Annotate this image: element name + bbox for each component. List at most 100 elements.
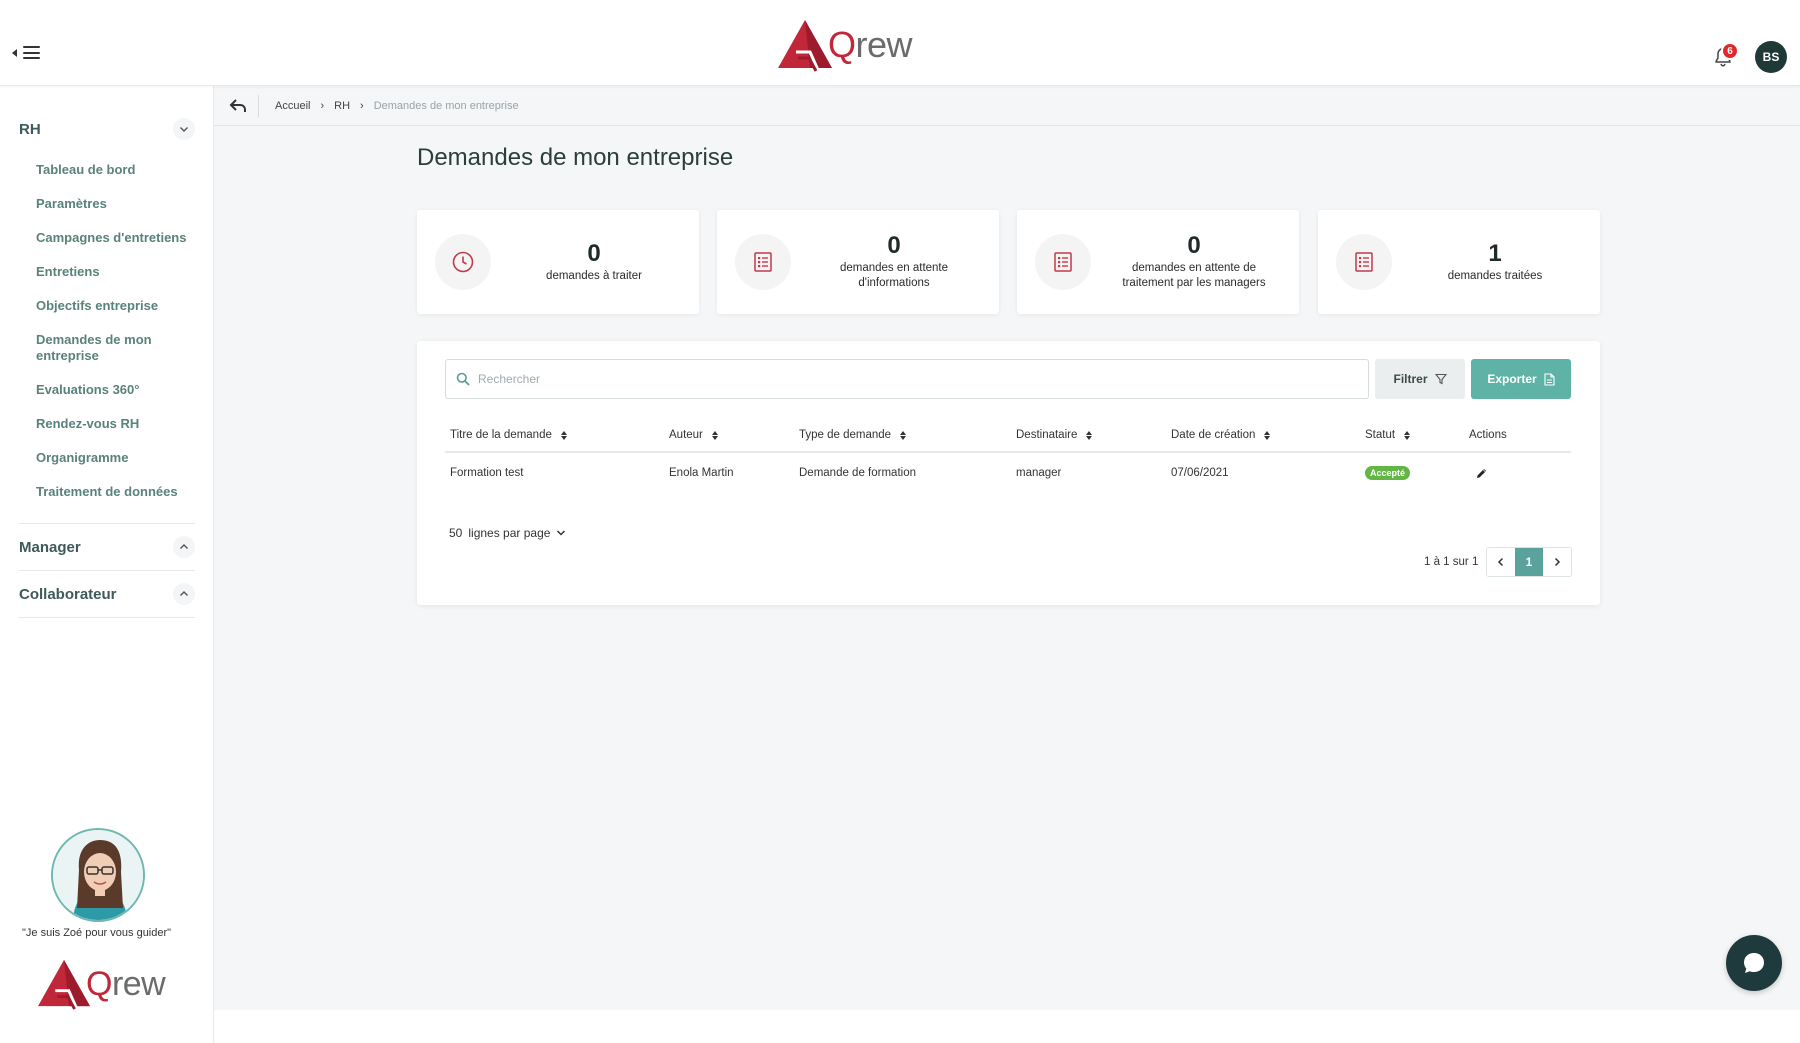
cell-title: Formation test xyxy=(450,467,524,479)
sidebar-item-traitement[interactable]: Traitement de données xyxy=(36,484,196,500)
chat-button[interactable] xyxy=(1726,935,1782,991)
chevron-up-icon xyxy=(173,583,195,605)
sidebar-section-title: RH xyxy=(19,120,41,138)
export-button-label: Exporter xyxy=(1487,372,1537,386)
sidebar-item-parametres[interactable]: Paramètres xyxy=(36,196,196,212)
rows-per-page-value: 50 xyxy=(449,526,463,540)
breadcrumb-bar: Accueil › RH › Demandes de mon entrepris… xyxy=(214,86,1800,126)
sidebar-item-tableau-de-bord[interactable]: Tableau de bord xyxy=(36,162,196,178)
brand-triangle-icon xyxy=(38,959,90,1010)
filter-button-label: Filtrer xyxy=(1393,372,1428,386)
rows-per-page-label: lignes par page xyxy=(468,526,551,540)
column-header-auteur[interactable]: Auteur xyxy=(669,417,718,453)
menu-toggle-button[interactable] xyxy=(12,46,40,59)
breadcrumb-item-accueil[interactable]: Accueil xyxy=(275,100,310,112)
cell-date: 07/06/2021 xyxy=(1171,467,1229,479)
page-button-current[interactable]: 1 xyxy=(1515,548,1543,576)
stat-label: demandes en attente de traitement par le… xyxy=(1122,262,1266,289)
stat-value: 1 xyxy=(1488,239,1502,267)
chevron-left-icon xyxy=(1497,557,1504,567)
notification-badge: 6 xyxy=(1721,42,1739,60)
divider xyxy=(19,570,195,571)
clock-icon xyxy=(435,234,491,290)
stat-value: 0 xyxy=(887,232,901,259)
brand-wordmark: Qrew xyxy=(86,964,166,1003)
stat-label: demandes traitées xyxy=(1447,269,1543,282)
stat-value: 0 xyxy=(587,239,601,267)
document-icon xyxy=(1544,372,1555,386)
sidebar-item-rendez-vous[interactable]: Rendez-vous RH xyxy=(36,416,196,432)
breadcrumb: Accueil › RH › Demandes de mon entrepris… xyxy=(275,100,519,112)
pencil-icon[interactable] xyxy=(1475,467,1488,480)
assistant-greeting: "Je suis Zoé pour vous guider" xyxy=(22,927,172,939)
chevron-down-icon xyxy=(173,118,195,140)
filter-button[interactable]: Filtrer xyxy=(1375,359,1465,399)
chevron-down-icon xyxy=(557,530,566,536)
cell-status: Accepté xyxy=(1365,453,1411,493)
search-input[interactable] xyxy=(478,372,1338,386)
stat-value: 0 xyxy=(1187,232,1201,259)
cell-actions xyxy=(1475,453,1488,493)
assistant-avatar[interactable] xyxy=(51,828,145,922)
breadcrumb-item-current: Demandes de mon entreprise xyxy=(373,99,519,112)
requests-table: Titre de la demande Auteur Type de deman… xyxy=(445,417,1571,493)
hamburger-icon xyxy=(23,46,40,59)
stat-card-traitees[interactable]: 1 demandes traitées xyxy=(1318,210,1600,314)
chevron-up-icon xyxy=(173,536,195,558)
cell-recipient: manager xyxy=(1016,467,1062,479)
next-page-button[interactable] xyxy=(1543,548,1571,576)
brand-logo[interactable]: Qrew xyxy=(776,18,913,72)
sidebar-item-demandes[interactable]: Demandes de mon entreprise xyxy=(36,332,166,364)
caret-left-icon xyxy=(12,48,17,57)
sort-icon xyxy=(711,430,718,440)
back-arrow-icon[interactable] xyxy=(218,86,258,126)
sidebar-item-objectifs[interactable]: Objectifs entreprise xyxy=(36,298,196,314)
column-header-date[interactable]: Date de création xyxy=(1171,417,1271,453)
column-header-titre[interactable]: Titre de la demande xyxy=(450,417,567,453)
search-icon xyxy=(456,372,470,386)
sidebar-item-campagnes[interactable]: Campagnes d'entretiens xyxy=(36,230,196,246)
sort-icon xyxy=(1404,430,1411,440)
sidebar-item-evaluations[interactable]: Evaluations 360° xyxy=(36,382,196,398)
page-title: Demandes de mon entreprise xyxy=(417,144,734,171)
sidebar-section-title: Collaborateur xyxy=(19,585,117,603)
cell-author: Enola Martin xyxy=(669,467,734,479)
assistant-avatar-illustration xyxy=(53,830,143,920)
table-header: Titre de la demande Auteur Type de deman… xyxy=(445,417,1571,453)
column-header-type[interactable]: Type de demande xyxy=(799,417,907,453)
column-header-statut[interactable]: Statut xyxy=(1365,417,1411,453)
sidebar-item-entretiens[interactable]: Entretiens xyxy=(36,264,196,280)
sort-icon xyxy=(1086,430,1093,440)
footer-strip xyxy=(214,1010,1800,1043)
stat-label: demandes en attente d'informations xyxy=(839,262,949,289)
brand-wordmark: Qrew xyxy=(828,24,913,65)
sidebar-section-manager[interactable]: Manager xyxy=(19,536,195,558)
divider xyxy=(19,617,195,618)
column-header-actions: Actions xyxy=(1469,429,1507,441)
export-button[interactable]: Exporter xyxy=(1471,359,1571,399)
sidebar-item-organigramme[interactable]: Organigramme xyxy=(36,450,196,466)
stat-card-attente-informations[interactable]: 0 demandes en attente d'informations xyxy=(717,210,999,314)
requests-panel: Filtrer Exporter Titre de la demande Aut… xyxy=(417,341,1600,605)
user-avatar[interactable]: BS xyxy=(1755,41,1787,73)
main-content: Accueil › RH › Demandes de mon entrepris… xyxy=(214,86,1800,1010)
table-row[interactable]: Formation test Enola Martin Demande de f… xyxy=(445,453,1571,493)
rows-per-page-select[interactable]: 50 lignes par page xyxy=(449,526,566,540)
stat-card-a-traiter[interactable]: 0 demandes à traiter xyxy=(417,210,699,314)
breadcrumb-item-rh[interactable]: RH xyxy=(334,100,350,112)
prev-page-button[interactable] xyxy=(1487,548,1515,576)
stat-card-attente-managers[interactable]: 0 demandes en attente de traitement par … xyxy=(1017,210,1299,314)
chevron-right-icon: › xyxy=(320,99,325,112)
sort-icon xyxy=(900,430,907,440)
sidebar-section-rh[interactable]: RH xyxy=(19,118,195,140)
column-header-destinataire[interactable]: Destinataire xyxy=(1016,417,1093,453)
status-badge: Accepté xyxy=(1365,466,1411,480)
top-bar: Qrew 6 BS xyxy=(0,0,1800,86)
pagination: 1 xyxy=(1486,547,1572,577)
brand-triangle-icon xyxy=(778,20,832,72)
search-box[interactable] xyxy=(445,359,1369,399)
sidebar-section-collaborateur[interactable]: Collaborateur xyxy=(19,583,195,605)
cell-type: Demande de formation xyxy=(799,467,916,479)
pagination-info: 1 à 1 sur 1 xyxy=(1424,556,1479,568)
stat-label: demandes à traiter xyxy=(546,269,642,282)
